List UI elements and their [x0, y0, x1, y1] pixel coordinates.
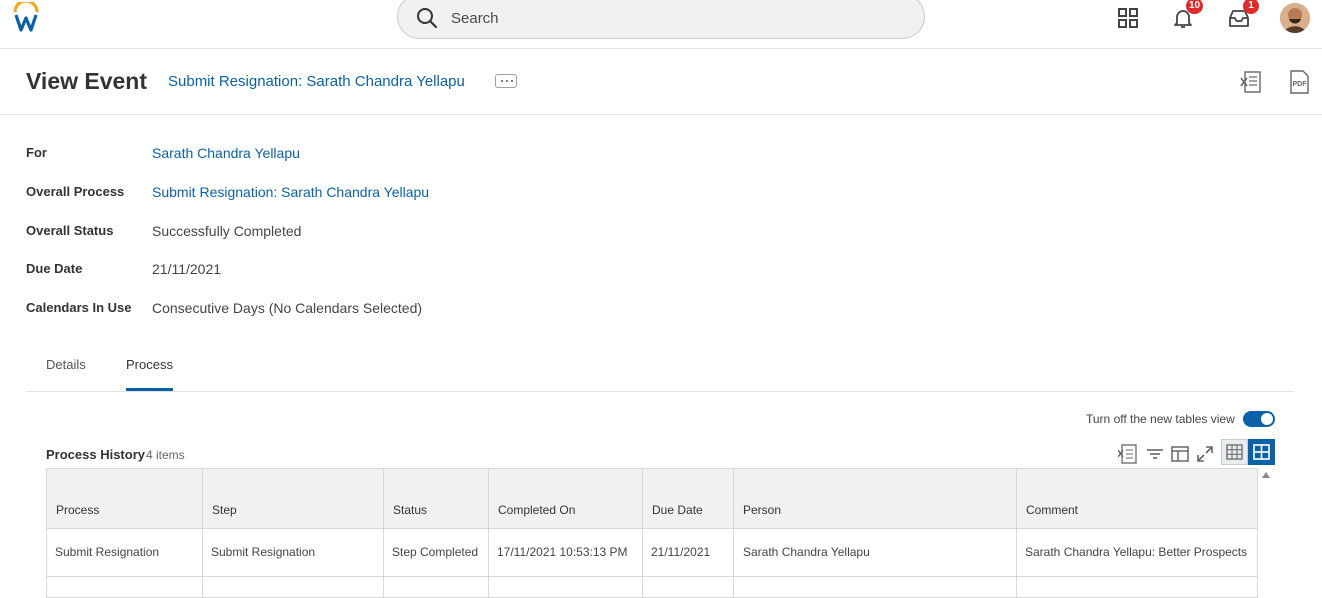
fullscreen-expand-icon[interactable]	[1195, 444, 1215, 464]
column-header-comment[interactable]: Comment	[1026, 503, 1078, 517]
due-date-label: Due Date	[26, 261, 83, 276]
new-tables-view-toggle[interactable]	[1243, 411, 1275, 427]
header-divider	[0, 114, 1322, 115]
column-header-step[interactable]: Step	[212, 503, 237, 517]
cell-status: Step Completed	[392, 545, 479, 559]
process-history-table: Process Step Status Completed On Due Dat…	[46, 468, 1258, 598]
grid-view-button[interactable]	[1248, 439, 1275, 465]
table-header-row	[47, 469, 1257, 529]
column-header-completed-on[interactable]: Completed On	[498, 503, 575, 517]
workday-logo-icon[interactable]	[12, 2, 40, 32]
event-title-link[interactable]: Submit Resignation: Sarath Chandra Yella…	[168, 73, 465, 90]
column-settings-icon[interactable]	[1170, 444, 1190, 464]
notifications-count-badge: 10	[1186, 0, 1204, 14]
related-actions-button[interactable]	[495, 74, 517, 88]
table-row-divider	[47, 576, 1257, 577]
filter-icon[interactable]	[1145, 444, 1165, 464]
process-history-count: 4 items	[146, 448, 185, 462]
calendars-in-use-value: Consecutive Days (No Calendars Selected)	[152, 300, 423, 316]
tab-process[interactable]: Process	[126, 357, 173, 372]
column-header-person[interactable]: Person	[743, 503, 781, 517]
overall-process-link[interactable]: Submit Resignation: Sarath Chandra Yella…	[152, 184, 429, 200]
cell-step: Submit Resignation	[211, 545, 316, 559]
svg-text:PDF: PDF	[1293, 81, 1308, 88]
column-header-due-date[interactable]: Due Date	[652, 503, 703, 517]
apps-grid-icon[interactable]	[1116, 6, 1140, 30]
user-photo-icon	[1280, 3, 1310, 33]
table-scroll-up-arrow-icon[interactable]	[1262, 472, 1270, 478]
calendars-in-use-label: Calendars In Use	[26, 300, 132, 315]
tab-details[interactable]: Details	[46, 357, 86, 372]
cell-due-date: 21/11/2021	[651, 545, 711, 559]
due-date-value: 21/11/2021	[152, 261, 222, 277]
export-to-pdf-icon[interactable]: PDF	[1288, 70, 1310, 94]
user-avatar[interactable]	[1280, 3, 1310, 33]
for-value-link[interactable]: Sarath Chandra Yellapu	[152, 145, 300, 161]
table-view-icon	[1226, 444, 1243, 460]
table-view-button[interactable]	[1221, 439, 1248, 465]
new-tables-view-label: Turn off the new tables view	[1086, 412, 1235, 426]
overall-status-label: Overall Status	[26, 223, 114, 238]
grid-view-icon	[1253, 444, 1270, 460]
tabs-divider	[26, 391, 1294, 392]
process-history-title: Process History	[46, 447, 145, 462]
search-icon	[417, 8, 438, 29]
column-header-process[interactable]: Process	[56, 503, 99, 517]
search-bar[interactable]: Search	[397, 0, 925, 39]
page-title: View Event	[26, 68, 148, 94]
export-to-excel-icon[interactable]	[1240, 70, 1262, 94]
table-export-excel-icon[interactable]	[1118, 444, 1138, 464]
overall-process-label: Overall Process	[26, 184, 125, 199]
cell-completed-on: 17/11/2021 10:53:13 PM	[497, 545, 628, 559]
column-header-status[interactable]: Status	[393, 503, 427, 517]
for-label: For	[26, 145, 47, 160]
overall-status-value: Successfully Completed	[152, 223, 302, 239]
cell-process-link[interactable]: Submit Resignation	[55, 545, 159, 559]
cell-comment: Sarath Chandra Yellapu: Better Prospects	[1025, 545, 1248, 559]
search-placeholder: Search	[451, 10, 499, 27]
cell-person-link[interactable]: Sarath Chandra Yellapu	[743, 545, 870, 559]
top-navigation-bar: Search 10 1	[0, 0, 1322, 49]
inbox-count-badge: 1	[1243, 0, 1259, 14]
